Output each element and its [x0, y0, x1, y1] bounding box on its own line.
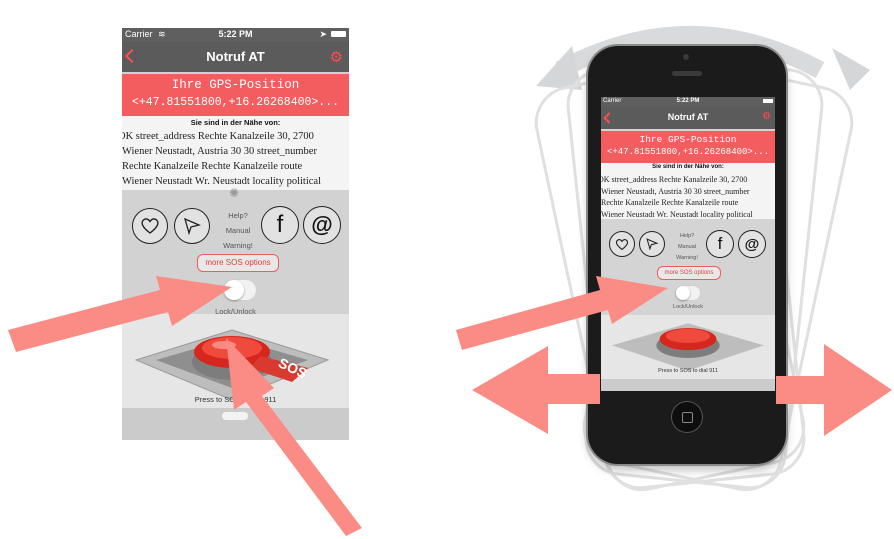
heart-icon	[141, 218, 159, 234]
speaker-icon	[672, 71, 702, 76]
nav-title: Notruf AT	[206, 49, 265, 64]
bottom-bar	[601, 379, 775, 391]
left-app-screenshot: Carrier ≋ 5:22 PM ➤ Notruf AT ⚙ Ihre GPS…	[122, 28, 349, 440]
manual-label[interactable]: Manual	[218, 223, 258, 238]
nav-title: Notruf AT	[667, 112, 709, 122]
toggle-knob	[224, 280, 244, 300]
status-bar: Carrier ≋ 5:22 PM ➤	[122, 28, 349, 42]
gps-title: Ihre GPS-Position	[171, 78, 300, 92]
gps-coordinates: <+47.81551800,+16.26268400>...	[131, 96, 340, 109]
camera-icon	[683, 54, 689, 60]
email-button[interactable]: @	[738, 230, 766, 258]
warning-label[interactable]: Warning!	[218, 238, 258, 253]
status-time: 5:22 PM	[676, 98, 700, 104]
gps-title: Ihre GPS-Position	[639, 134, 737, 145]
send-button[interactable]	[174, 208, 210, 244]
bottom-handle[interactable]	[222, 412, 248, 420]
gps-coordinates: <+47.81551800,+16.26268400>...	[606, 147, 770, 157]
status-time: 5:22 PM	[218, 29, 253, 39]
send-button[interactable]	[639, 231, 665, 257]
facebook-button[interactable]: f	[261, 206, 299, 244]
gps-position-panel: Ihre GPS-Position <+47.81551800,+16.2626…	[122, 74, 349, 116]
more-sos-button[interactable]: more SOS options	[657, 266, 721, 280]
address-line: OK street_address Rechte Kanalzeile 30, …	[601, 175, 748, 184]
paper-plane-icon	[183, 217, 202, 236]
address-line: Wiener Neustadt, Austria 30 30 street_nu…	[601, 186, 750, 196]
help-label[interactable]: Help?	[671, 231, 703, 242]
navigation-bar: Notruf AT ⚙	[122, 42, 349, 72]
options-text: Help? Manual Warning!	[671, 231, 703, 264]
nearby-header: Sie sind in der Nähe von:	[190, 118, 281, 127]
gear-icon[interactable]: ⚙	[330, 48, 343, 66]
sos-area: SOS Press to SOS to dial 911	[122, 314, 349, 408]
sos-button-icon[interactable]	[609, 315, 767, 371]
address-line: OK street_address Rechte Kanalzeile 30, …	[122, 131, 314, 142]
address-line: Rechte Kanalzeile Rechte Kanalzeile rout…	[122, 161, 303, 172]
home-button-icon[interactable]	[672, 402, 702, 432]
lock-toggle[interactable]	[223, 279, 257, 301]
heart-button[interactable]	[132, 208, 168, 244]
sos-caption: Press to SOS to dial 911	[194, 395, 277, 404]
nearby-panel: Sie sind in der Nähe von: OK street_addr…	[601, 163, 775, 219]
heart-button[interactable]	[609, 231, 635, 257]
address-line: Wiener Neustadt Wr. Neustadt locality po…	[601, 209, 753, 219]
battery-icon	[331, 31, 346, 37]
nearby-header: Sie sind in der Nähe von:	[652, 164, 724, 170]
sos-caption: Press to SOS to dial 911	[658, 368, 718, 374]
help-label[interactable]: Help?	[218, 208, 258, 223]
location-icon: ➤	[319, 29, 327, 39]
status-bar: Carrier 5:22 PM	[601, 97, 775, 107]
paper-plane-icon	[646, 238, 659, 251]
lock-toggle[interactable]	[675, 285, 701, 301]
address-line: Wiener Neustadt, Austria 30 30 street_nu…	[122, 146, 317, 157]
manual-label[interactable]: Manual	[671, 242, 703, 253]
lock-label: Lock/Unlock	[673, 304, 703, 310]
nearby-address: OK street_address Rechte Kanalzeile 30, …	[122, 129, 349, 189]
battery-icon	[763, 99, 773, 103]
activity-spinner-icon: ✺	[229, 186, 240, 200]
heart-icon	[615, 238, 629, 250]
gps-position-panel: Ihre GPS-Position <+47.81551800,+16.2626…	[601, 131, 775, 163]
facebook-button[interactable]: f	[706, 230, 734, 258]
warning-label[interactable]: Warning!	[671, 253, 703, 264]
email-button[interactable]: @	[303, 206, 341, 244]
sos-button-icon[interactable]	[132, 316, 332, 400]
gear-icon[interactable]: ⚙	[762, 111, 771, 122]
toggle-knob	[676, 286, 690, 300]
options-text: Help? Manual Warning!	[218, 208, 258, 253]
navigation-bar: Notruf AT ⚙	[601, 107, 775, 129]
more-sos-button[interactable]: more SOS options	[197, 254, 279, 272]
sos-area: Press to SOS to dial 911	[601, 315, 775, 379]
address-line: Rechte Kanalzeile Rechte Kanalzeile rout…	[601, 198, 739, 207]
nearby-panel: Sie sind in der Nähe von: OK street_addr…	[122, 116, 349, 190]
phone-screen: Carrier 5:22 PM Notruf AT ⚙ Ihre GPS-Pos…	[601, 97, 775, 391]
nearby-address: OK street_address Rechte Kanalzeile 30, …	[601, 174, 775, 220]
bottom-bar	[122, 408, 349, 440]
